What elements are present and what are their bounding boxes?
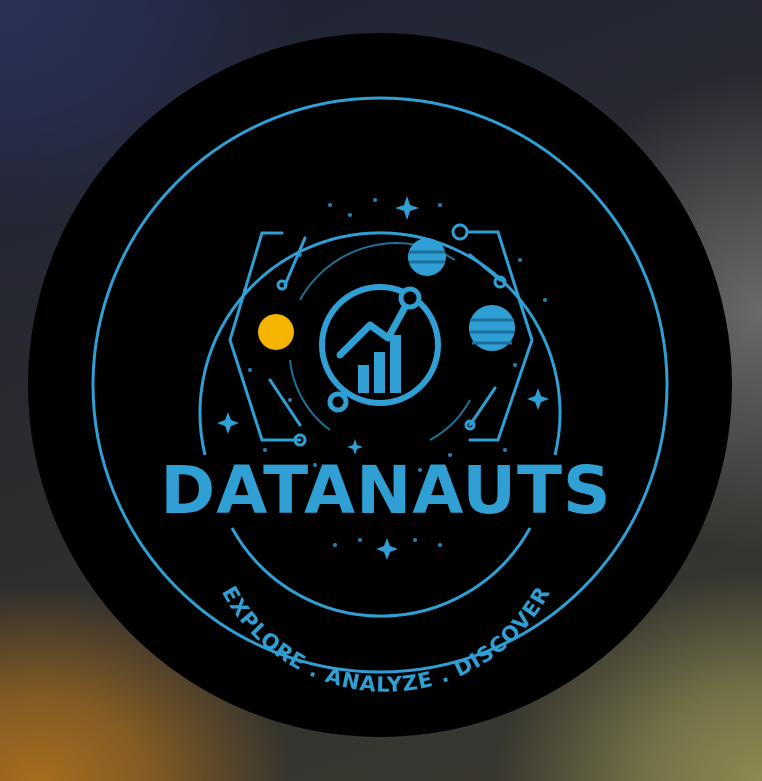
planet-icon [408,238,446,276]
planet-icon [469,305,515,351]
sun-icon [258,314,294,350]
datanauts-logo: DATANAUTS EXPLORE . ANALYZE . DISCOVER [28,33,732,737]
brand-title: DATANAUTS [160,452,611,529]
